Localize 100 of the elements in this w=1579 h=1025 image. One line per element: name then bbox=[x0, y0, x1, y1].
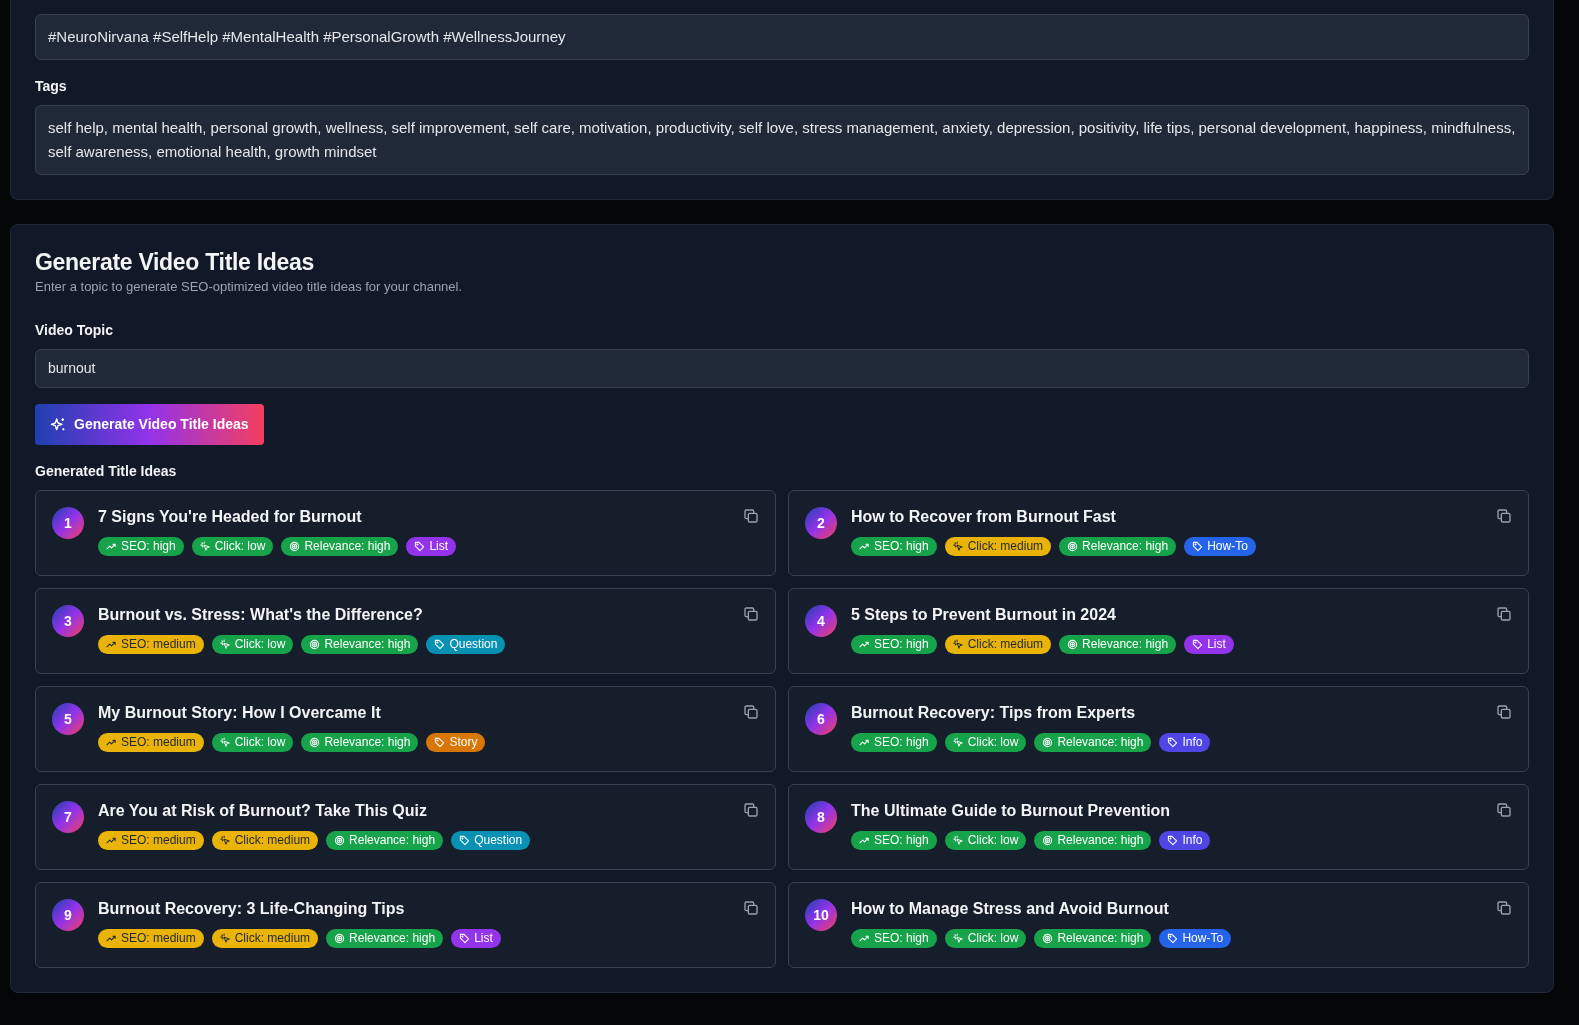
category-tag: How-To bbox=[1184, 537, 1256, 557]
number-badge: 8 bbox=[805, 801, 837, 834]
topic-input[interactable]: burnout bbox=[35, 349, 1529, 389]
seo-rating: SEO: high bbox=[851, 635, 937, 655]
pointer-icon bbox=[219, 737, 231, 749]
category-tag: Story bbox=[426, 733, 486, 753]
pointer-icon bbox=[952, 541, 964, 553]
pointer-icon bbox=[199, 541, 211, 553]
generate-button[interactable]: Generate Video Title Ideas bbox=[35, 404, 264, 446]
idea-title: How to Recover from Burnout Fast bbox=[851, 507, 1117, 528]
target-icon bbox=[309, 737, 321, 749]
category-tag: List bbox=[1184, 635, 1234, 655]
idea-title: The Ultimate Guide to Burnout Prevention bbox=[851, 801, 1172, 822]
seo-rating: SEO: high bbox=[851, 929, 937, 949]
pointer-icon bbox=[219, 933, 231, 945]
tag-icon bbox=[1192, 639, 1204, 651]
click-rating: Click: medium bbox=[944, 537, 1052, 557]
field-label: Video Topic bbox=[35, 321, 114, 341]
target-icon bbox=[334, 835, 346, 847]
pointer-icon bbox=[952, 835, 964, 847]
relevance-rating: Relevance: high bbox=[1059, 635, 1177, 655]
seo-rating: SEO: high bbox=[851, 537, 937, 557]
category-tag: List bbox=[406, 537, 457, 557]
relevance-rating: Relevance: high bbox=[281, 537, 399, 557]
field-label: Tags bbox=[35, 77, 67, 96]
category-tag: Info bbox=[1159, 733, 1211, 753]
tag-icon bbox=[459, 933, 471, 945]
number-badge: 2 bbox=[805, 507, 837, 540]
pointer-icon bbox=[219, 835, 231, 847]
seo-rating: SEO: medium bbox=[98, 929, 204, 949]
section-subtitle: Enter a topic to generate SEO-optimized video title ideas for your channel. bbox=[35, 277, 464, 296]
click-rating: Click: low bbox=[944, 733, 1027, 753]
number-badge: 7 bbox=[52, 801, 84, 834]
idea-title: Are You at Risk of Burnout? Take This Quiz bbox=[98, 801, 428, 822]
number-badge: 9 bbox=[52, 899, 84, 932]
copy-icon bbox=[1496, 900, 1512, 917]
target-icon bbox=[334, 933, 346, 945]
relevance-rating: Relevance: high bbox=[1059, 537, 1177, 557]
target-icon bbox=[1067, 639, 1079, 651]
copy-icon bbox=[743, 802, 759, 819]
idea-title: Burnout Recovery: Tips from Experts bbox=[851, 703, 1137, 724]
section-heading: Generate Video Title Ideas bbox=[35, 249, 315, 277]
relevance-rating: Relevance: high bbox=[1034, 733, 1152, 753]
number-badge: 3 bbox=[52, 605, 84, 638]
idea-title: 5 Steps to Prevent Burnout in 2024 bbox=[851, 605, 1117, 626]
click-rating: Click: low bbox=[211, 733, 294, 753]
copy-icon bbox=[1496, 802, 1512, 819]
tag-icon bbox=[1167, 835, 1179, 847]
relevance-rating: Relevance: high bbox=[301, 733, 419, 753]
relevance-rating: Relevance: high bbox=[326, 929, 444, 949]
copy-icon bbox=[743, 606, 759, 623]
tag-icon bbox=[1167, 737, 1179, 749]
target-icon bbox=[1042, 933, 1054, 945]
idea-title: How to Manage Stress and Avoid Burnout bbox=[851, 899, 1170, 920]
hashtags-field[interactable]: #NeuroNirvana #SelfHelp #MentalHealth #PersonalGrowth #WellnessJourney bbox=[35, 14, 1529, 60]
idea-title: My Burnout Story: How I Overcame It bbox=[98, 703, 382, 724]
seo-rating: SEO: medium bbox=[98, 831, 204, 851]
tag-icon bbox=[459, 835, 471, 847]
number-badge: 6 bbox=[805, 703, 837, 736]
idea-title: 7 Signs You're Headed for Burnout bbox=[98, 507, 363, 528]
click-rating: Click: low bbox=[211, 635, 294, 655]
target-icon bbox=[1067, 541, 1079, 553]
results-label: Generated Title Ideas bbox=[35, 462, 177, 482]
relevance-rating: Relevance: high bbox=[1034, 929, 1152, 949]
category-tag: List bbox=[451, 929, 501, 949]
number-badge: 10 bbox=[805, 899, 837, 932]
target-icon bbox=[289, 541, 301, 553]
category-tag: Question bbox=[426, 635, 506, 655]
copy-icon bbox=[743, 704, 759, 721]
click-rating: Click: medium bbox=[211, 831, 319, 851]
copy-icon bbox=[1496, 704, 1512, 721]
relevance-rating: Relevance: high bbox=[1034, 831, 1152, 851]
tag-icon bbox=[1192, 541, 1204, 553]
pointer-icon bbox=[219, 639, 231, 651]
copy-icon bbox=[743, 508, 759, 525]
tag-icon bbox=[434, 639, 446, 651]
seo-rating: SEO: medium bbox=[98, 635, 204, 655]
pointer-icon bbox=[952, 737, 964, 749]
pointer-icon bbox=[952, 639, 964, 651]
seo-rating: SEO: medium bbox=[98, 733, 204, 753]
category-tag: Question bbox=[451, 831, 531, 851]
copy-icon bbox=[1496, 606, 1512, 623]
category-tag: How-To bbox=[1159, 929, 1232, 949]
relevance-rating: Relevance: high bbox=[301, 635, 419, 655]
category-tag: Info bbox=[1159, 831, 1211, 851]
copy-icon bbox=[1496, 508, 1512, 525]
click-rating: Click: low bbox=[944, 929, 1027, 949]
seo-rating: SEO: high bbox=[851, 831, 937, 851]
number-badge: 5 bbox=[52, 703, 84, 736]
idea-title: Burnout vs. Stress: What's the Difference? bbox=[98, 605, 424, 626]
tags-field[interactable]: self help, mental health, personal growth, wellness, self improvement, self care, motivation, productivity, self love, stress management, anxiety, depression, positivity, life tips, personal development, happiness, mindfulness, self awareness, emotional health, growth mindset bbox=[35, 105, 1529, 175]
idea-title: Burnout Recovery: 3 Life-Changing Tips bbox=[98, 899, 406, 920]
pointer-icon bbox=[952, 933, 964, 945]
tag-icon bbox=[1167, 933, 1179, 945]
copy-icon bbox=[743, 900, 759, 917]
click-rating: Click: low bbox=[191, 537, 274, 557]
number-badge: 4 bbox=[805, 605, 837, 638]
sparkles-icon bbox=[50, 416, 66, 433]
seo-rating: SEO: high bbox=[98, 537, 184, 557]
target-icon bbox=[1042, 737, 1054, 749]
